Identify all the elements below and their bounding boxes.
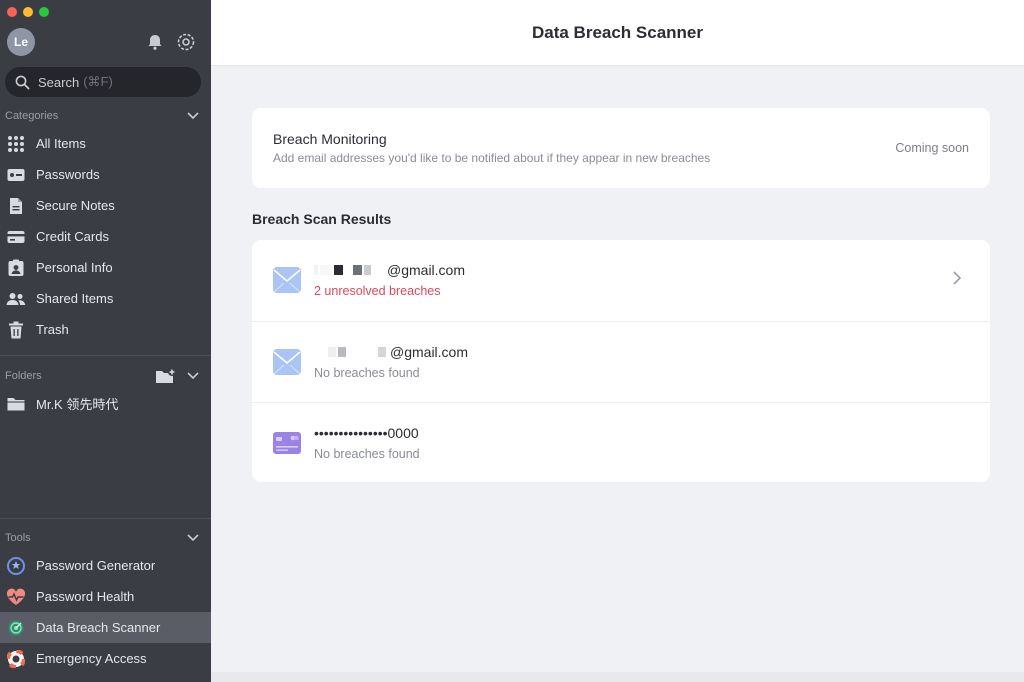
folder-icon (6, 394, 26, 414)
sidebar-divider (0, 355, 211, 356)
chevron-right-icon[interactable] (952, 270, 962, 291)
zoom-window-button[interactable] (39, 7, 49, 17)
sidebar-item-label: Trash (36, 322, 69, 337)
window-bottom-edge (211, 672, 1024, 682)
breach-status: No breaches found (314, 447, 420, 461)
tools-header[interactable]: Tools (5, 532, 205, 544)
envelope-icon (273, 348, 301, 376)
grid-icon (6, 134, 26, 154)
sidebar-item-label: Passwords (36, 167, 100, 182)
note-icon (6, 196, 26, 216)
sidebar-divider (0, 518, 211, 519)
list-item[interactable]: @gmail.com 2 unresolved breaches (252, 240, 990, 321)
search-input[interactable]: Search (⌘F) (5, 67, 201, 97)
id-badge-icon (6, 258, 26, 278)
password-generator-icon (6, 556, 26, 576)
sidebar-item-personal-info[interactable]: Personal Info (0, 252, 211, 283)
coming-soon-badge: Coming soon (895, 141, 969, 155)
credit-card-icon (273, 429, 301, 457)
sidebar-item-label: Secure Notes (36, 198, 115, 213)
close-window-button[interactable] (7, 7, 17, 17)
sidebar-item-label: Credit Cards (36, 229, 109, 244)
sidebar-item-passwords[interactable]: Passwords (0, 159, 211, 190)
result-card-number: •••••••••••••••0000 (314, 425, 419, 441)
search-shortcut: (⌘F) (83, 74, 113, 89)
trash-icon (6, 320, 26, 340)
sidebar-item-shared-items[interactable]: Shared Items (0, 283, 211, 314)
tools-heading: Tools (5, 532, 31, 544)
breach-monitoring-card[interactable]: Breach Monitoring Add email addresses yo… (252, 108, 990, 188)
categories-header[interactable]: Categories (5, 110, 205, 122)
sidebar-item-secure-notes[interactable]: Secure Notes (0, 190, 211, 221)
sidebar-item-folder[interactable]: Mr.K 领先時代 (0, 388, 211, 419)
add-folder-icon[interactable] (155, 368, 177, 384)
list-item[interactable]: @gmail.com No breaches found (252, 321, 990, 402)
credit-card-icon (6, 227, 26, 247)
users-icon (6, 289, 26, 309)
breach-status: 2 unresolved breaches (314, 284, 441, 298)
result-email: @gmail.com (314, 262, 465, 278)
sidebar-item-password-health[interactable]: Password Health (0, 581, 211, 612)
search-icon (15, 75, 30, 90)
sidebar-item-emergency-access[interactable]: Emergency Access (0, 643, 211, 674)
redacted-text (314, 347, 388, 357)
categories-heading: Categories (5, 110, 59, 122)
sidebar-item-data-breach-scanner[interactable]: Data Breach Scanner (0, 612, 211, 643)
breach-results-list: @gmail.com 2 unresolved breaches @gmail.… (252, 240, 990, 482)
sidebar-item-label: Password Health (36, 589, 135, 604)
list-item[interactable]: •••••••••••••••0000 No breaches found (252, 402, 990, 483)
chevron-down-icon[interactable] (187, 112, 199, 120)
sidebar-item-label: Data Breach Scanner (36, 620, 161, 635)
sidebar-item-label: Shared Items (36, 291, 114, 306)
sidebar-item-label: Mr.K 领先時代 (36, 397, 119, 412)
envelope-icon (273, 266, 301, 294)
sidebar: Le Search (⌘F) Categories All Items Pass… (0, 0, 211, 682)
lifebuoy-icon (6, 649, 26, 669)
search-label: Search (38, 74, 80, 90)
page-title: Data Breach Scanner (531, 22, 704, 42)
avatar[interactable]: Le (7, 28, 35, 56)
bell-icon[interactable] (144, 31, 166, 53)
result-email: @gmail.com (314, 344, 468, 360)
breach-status: No breaches found (314, 366, 420, 380)
window-controls (7, 7, 49, 17)
card-number: •••••••••••••••0000 (314, 425, 419, 441)
radar-icon (6, 618, 26, 638)
sidebar-item-trash[interactable]: Trash (0, 314, 211, 345)
sidebar-item-label: All Items (36, 136, 86, 151)
redacted-text (314, 265, 373, 275)
chevron-down-icon[interactable] (187, 534, 199, 542)
password-icon (6, 165, 26, 185)
sidebar-item-label: Personal Info (36, 260, 113, 275)
folders-header[interactable]: Folders (5, 366, 205, 386)
page-header: Data Breach Scanner (211, 0, 1024, 66)
breach-monitoring-subtitle: Add email addresses you'd like to be not… (273, 151, 711, 165)
sidebar-item-all-items[interactable]: All Items (0, 128, 211, 159)
sidebar-item-label: Emergency Access (36, 651, 147, 666)
chevron-down-icon[interactable] (187, 372, 199, 380)
email-domain: @gmail.com (387, 262, 466, 278)
email-domain: @gmail.com (390, 344, 469, 360)
sidebar-item-password-generator[interactable]: Password Generator (0, 550, 211, 581)
sidebar-item-label: Password Generator (36, 558, 156, 573)
results-heading: Breach Scan Results (252, 211, 392, 227)
sidebar-item-credit-cards[interactable]: Credit Cards (0, 221, 211, 252)
breach-monitoring-title: Breach Monitoring (273, 131, 387, 147)
heart-pulse-icon (6, 587, 26, 607)
folders-heading: Folders (5, 370, 42, 382)
gear-icon[interactable] (175, 31, 197, 53)
minimize-window-button[interactable] (23, 7, 33, 17)
